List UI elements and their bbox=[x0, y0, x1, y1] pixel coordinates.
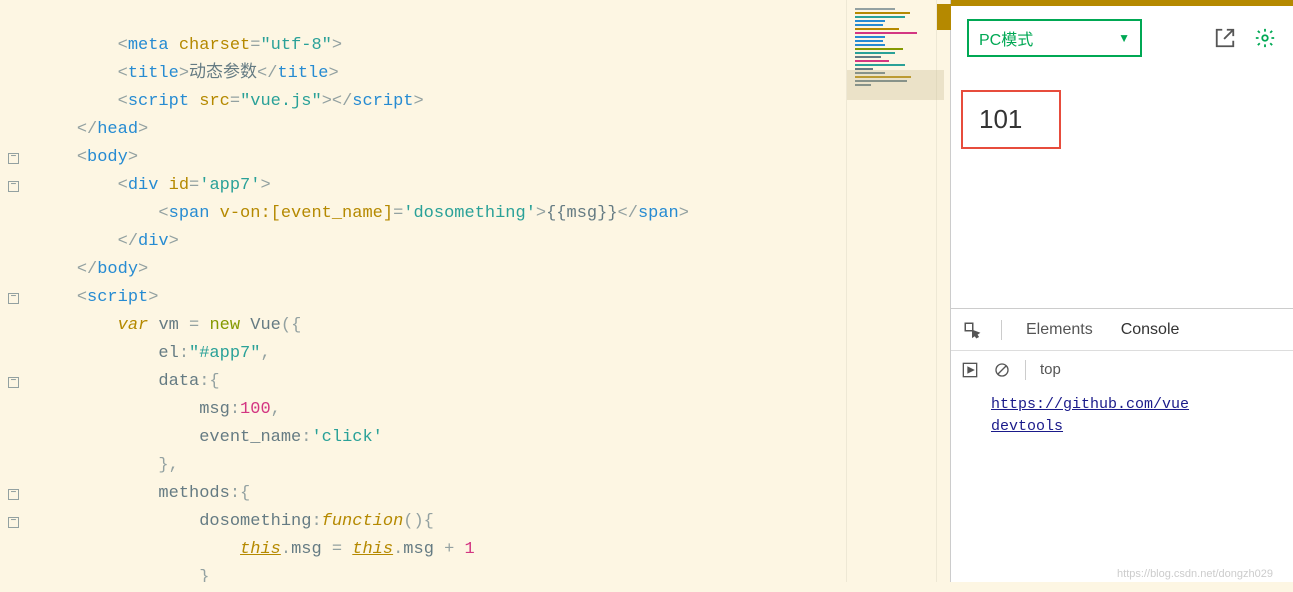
minimap-line bbox=[855, 48, 903, 50]
mode-select[interactable]: PC模式 ▼ bbox=[967, 19, 1142, 57]
minimap[interactable] bbox=[846, 0, 936, 582]
minimap-line bbox=[855, 12, 910, 14]
code-line[interactable]: <script> bbox=[36, 284, 846, 312]
minimap-line bbox=[855, 40, 883, 42]
fold-marker[interactable]: − bbox=[0, 508, 36, 536]
fold-marker bbox=[0, 116, 36, 144]
code-line[interactable]: var vm = new Vue({ bbox=[36, 312, 846, 340]
minimap-line bbox=[855, 20, 885, 22]
code-area[interactable]: <meta charset="utf-8"> <title>动态参数</titl… bbox=[36, 0, 846, 582]
fold-marker[interactable]: − bbox=[0, 368, 36, 396]
code-line[interactable]: <title>动态参数</title> bbox=[36, 60, 846, 88]
fold-marker bbox=[0, 396, 36, 424]
gear-icon[interactable] bbox=[1253, 26, 1277, 50]
fold-marker bbox=[0, 32, 36, 60]
console-body[interactable]: https://github.com/vue devtools https://… bbox=[951, 388, 1293, 582]
play-icon[interactable] bbox=[961, 361, 979, 379]
chevron-down-icon: ▼ bbox=[1118, 31, 1130, 45]
watermark: https://blog.csdn.net/dongzh029 bbox=[1117, 568, 1273, 580]
code-line[interactable]: this.msg = this.msg + 1 bbox=[36, 536, 846, 564]
fold-marker bbox=[0, 88, 36, 116]
minimap-line bbox=[855, 56, 881, 58]
fold-marker bbox=[0, 424, 36, 452]
msg-output[interactable]: 101 bbox=[961, 90, 1061, 149]
fold-marker bbox=[0, 536, 36, 564]
fold-marker bbox=[0, 312, 36, 340]
external-link-icon[interactable] bbox=[1213, 26, 1237, 50]
code-line[interactable]: msg:100, bbox=[36, 396, 846, 424]
fold-marker bbox=[0, 340, 36, 368]
code-line[interactable]: } bbox=[36, 564, 846, 582]
fold-gutter: −−−−−− bbox=[0, 0, 36, 582]
console-link[interactable]: https://github.com/vue devtools bbox=[991, 394, 1273, 438]
preview-output: 101 bbox=[951, 60, 1293, 308]
minimap-line bbox=[855, 64, 905, 66]
code-line[interactable]: </div> bbox=[36, 228, 846, 256]
code-line[interactable]: <span v-on:[event_name]='dosomething'>{{… bbox=[36, 200, 846, 228]
console-toolbar: top bbox=[951, 350, 1293, 388]
mode-select-label: PC模式 bbox=[979, 26, 1033, 50]
tab-elements[interactable]: Elements bbox=[1022, 321, 1097, 339]
fold-marker bbox=[0, 200, 36, 228]
fold-marker[interactable]: − bbox=[0, 144, 36, 172]
accent-bar bbox=[951, 0, 1293, 6]
clear-icon[interactable] bbox=[993, 361, 1011, 379]
preview-toolbar: PC模式 ▼ bbox=[951, 16, 1293, 60]
minimap-line bbox=[855, 24, 883, 26]
code-line[interactable]: event_name:'click' bbox=[36, 424, 846, 452]
minimap-line bbox=[855, 36, 885, 38]
minimap-line bbox=[855, 32, 917, 34]
fold-marker[interactable]: − bbox=[0, 172, 36, 200]
fold-marker bbox=[0, 256, 36, 284]
code-line[interactable]: data:{ bbox=[36, 368, 846, 396]
browser-preview-pane: PC模式 ▼ 101 Elements Console top https: bbox=[950, 0, 1293, 582]
code-line[interactable]: <div id='app7'> bbox=[36, 172, 846, 200]
fold-marker[interactable]: − bbox=[0, 480, 36, 508]
minimap-line bbox=[855, 8, 895, 10]
code-line[interactable]: <body> bbox=[36, 144, 846, 172]
context-selector[interactable]: top bbox=[1040, 361, 1061, 378]
code-line[interactable]: </body> bbox=[36, 256, 846, 284]
minimap-line bbox=[855, 52, 895, 54]
minimap-line bbox=[855, 44, 885, 46]
fold-marker[interactable]: − bbox=[0, 284, 36, 312]
code-line[interactable]: <script src="vue.js"></script> bbox=[36, 88, 846, 116]
fold-marker bbox=[0, 564, 36, 592]
scrollbar-thumb[interactable] bbox=[937, 4, 951, 30]
code-line[interactable]: dosomething:function(){ bbox=[36, 508, 846, 536]
minimap-line bbox=[855, 60, 889, 62]
code-line[interactable]: }, bbox=[36, 452, 846, 480]
inspect-element-icon[interactable] bbox=[963, 321, 981, 339]
fold-marker bbox=[0, 60, 36, 88]
minimap-line bbox=[855, 28, 899, 30]
divider bbox=[1025, 360, 1026, 380]
fold-marker bbox=[0, 452, 36, 480]
minimap-line bbox=[855, 16, 905, 18]
fold-marker bbox=[0, 228, 36, 256]
code-line[interactable]: el:"#app7", bbox=[36, 340, 846, 368]
code-line[interactable]: </head> bbox=[36, 116, 846, 144]
code-line[interactable]: methods:{ bbox=[36, 480, 846, 508]
minimap-viewport[interactable] bbox=[847, 70, 944, 100]
tab-console[interactable]: Console bbox=[1117, 321, 1184, 339]
divider bbox=[1001, 320, 1002, 340]
devtools-header: Elements Console bbox=[951, 308, 1293, 350]
editor-pane: −−−−−− <meta charset="utf-8"> <title>动态参… bbox=[0, 0, 950, 582]
code-line[interactable]: <meta charset="utf-8"> bbox=[36, 32, 846, 60]
